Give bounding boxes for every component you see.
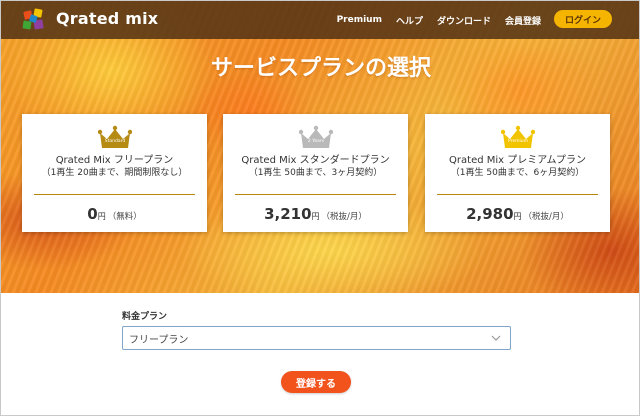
- nav-premium[interactable]: Premium: [337, 15, 382, 25]
- crown-icon: [98, 125, 132, 148]
- price-amount: 3,210: [264, 205, 312, 223]
- price-amount: 2,980: [466, 205, 514, 223]
- price-unit: 円: [97, 212, 106, 221]
- plan-badge: Standard: [104, 139, 126, 144]
- main-nav: Premium ヘルプ ダウンロード 会員登録: [337, 1, 541, 39]
- app-frame: Qrated mix Premium ヘルプ ダウンロード 会員登録 ログイン …: [0, 0, 640, 416]
- price-note: （無料）: [107, 212, 142, 222]
- crown-icon: [501, 125, 535, 148]
- price-unit: 円: [513, 212, 522, 221]
- plan-select-value: フリープラン: [129, 334, 189, 346]
- price-row: 3,210円 （税抜/月）: [223, 204, 408, 223]
- card-divider: [235, 194, 396, 195]
- price-unit: 円: [311, 212, 320, 221]
- price-note: （税抜/月）: [321, 212, 367, 222]
- plan-card-standard[interactable]: 2 Years Qrated Mix スタンダードプラン （1再生 50曲まで、…: [223, 114, 408, 232]
- plan-select-label: 料金プラン: [122, 312, 168, 322]
- register-button[interactable]: 登録する: [281, 371, 351, 393]
- plan-description: （1再生 50曲まで、6ヶ月契約）: [450, 168, 585, 178]
- plan-card-premium[interactable]: Premium Qrated Mix プレミアムプラン （1再生 50曲まで、6…: [425, 114, 610, 232]
- nav-register[interactable]: 会員登録: [505, 14, 541, 27]
- price-row: 0円 （無料）: [22, 204, 207, 223]
- card-divider: [437, 194, 598, 195]
- plan-badge: Premium: [507, 139, 529, 144]
- chevron-down-icon: [491, 335, 501, 341]
- plan-name: Qrated Mix プレミアムプラン: [449, 155, 586, 166]
- page-title: サービスプランの選択: [210, 56, 431, 81]
- crown-icon: [299, 125, 333, 148]
- price-amount: 0: [87, 205, 98, 223]
- brand-name[interactable]: Qrated mix: [56, 9, 158, 28]
- plan-badge: 2 Years: [307, 139, 325, 144]
- plan-card-free[interactable]: Standard Qrated Mix フリープラン （1再生 20曲まで、期間…: [22, 114, 207, 232]
- plan-description: （1再生 20曲まで、期間制限なし）: [41, 168, 188, 178]
- nav-help[interactable]: ヘルプ: [396, 14, 423, 27]
- plan-name: Qrated Mix フリープラン: [55, 155, 174, 166]
- nav-download[interactable]: ダウンロード: [437, 14, 491, 27]
- site-header: Qrated mix Premium ヘルプ ダウンロード 会員登録 ログイン: [1, 1, 639, 39]
- plan-description: （1再生 50曲まで、3ヶ月契約）: [248, 168, 383, 178]
- plan-select[interactable]: フリープラン: [122, 326, 511, 350]
- login-button[interactable]: ログイン: [554, 10, 612, 28]
- card-divider: [34, 194, 195, 195]
- price-row: 2,980円 （税抜/月）: [425, 204, 610, 223]
- logo-icon[interactable]: [21, 7, 47, 33]
- price-note: （税抜/月）: [523, 212, 569, 222]
- plan-name: Qrated Mix スタンダードプラン: [241, 155, 390, 166]
